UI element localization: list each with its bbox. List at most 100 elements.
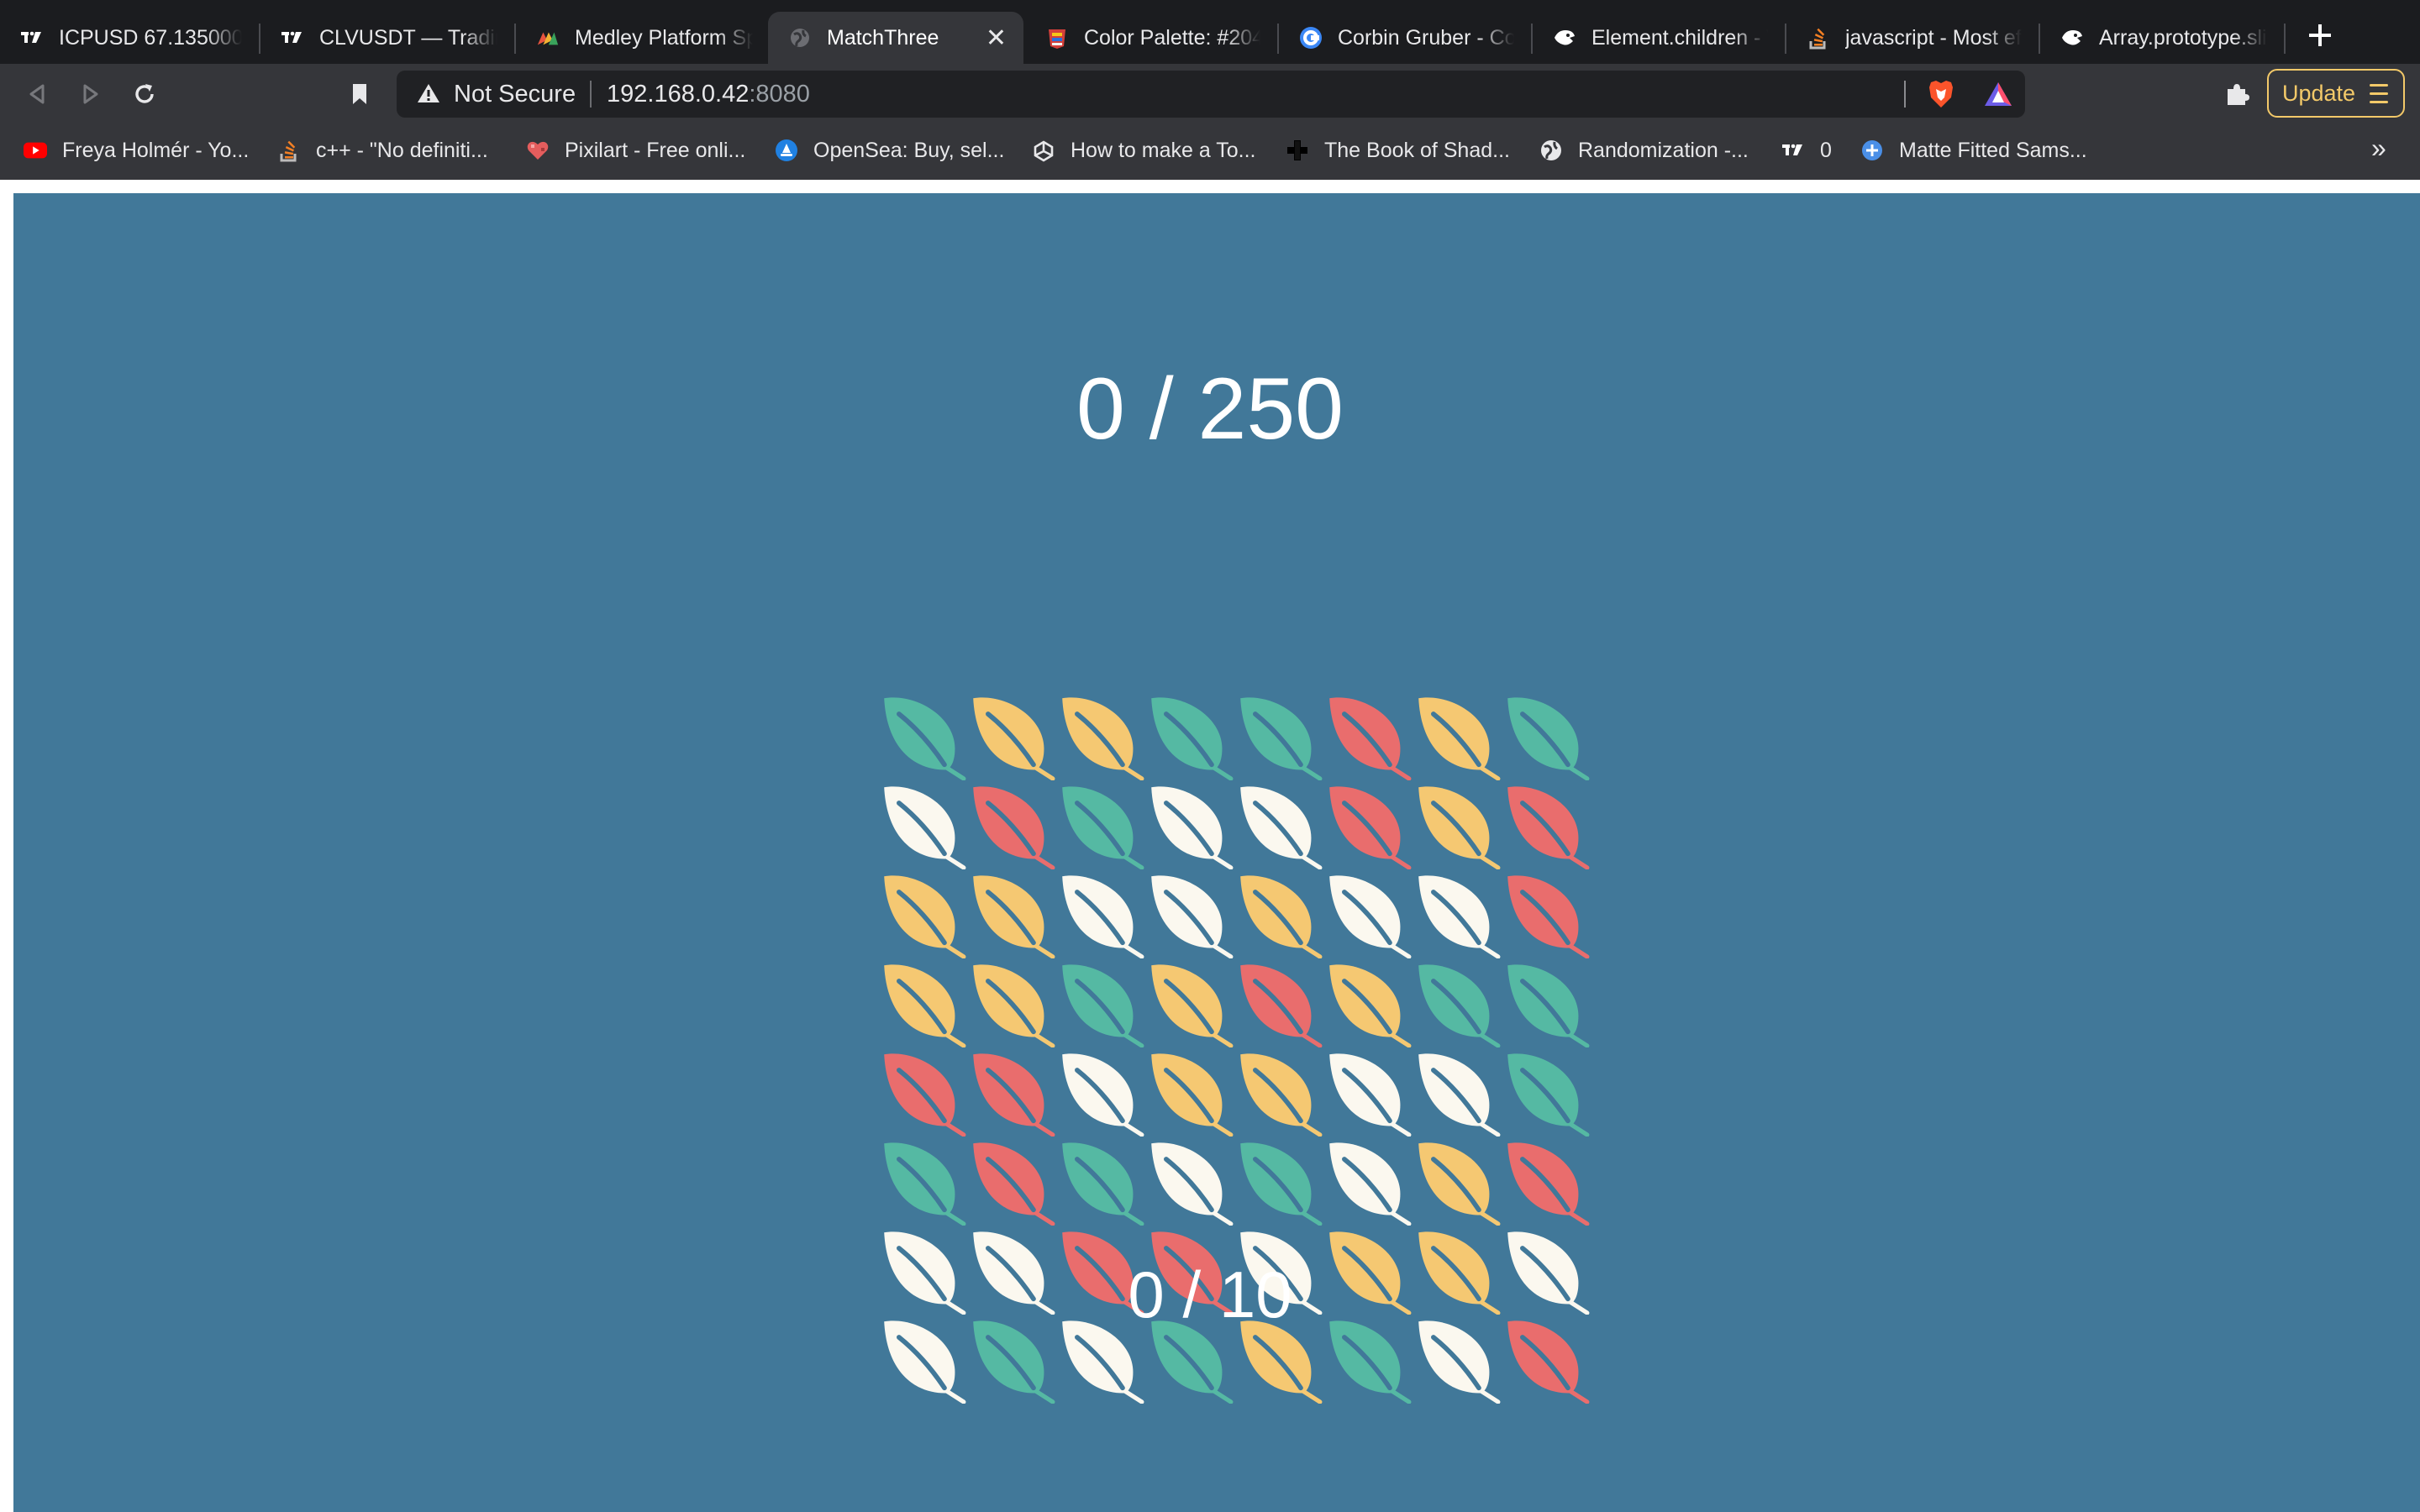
bookmark-item[interactable]: The Book of Shad...: [1286, 124, 1510, 176]
leaf-tile[interactable]: [1146, 1048, 1235, 1137]
bookmarks-overflow-button[interactable]: »: [2371, 133, 2386, 164]
leaf-icon: [1062, 1053, 1144, 1137]
leaf-tile[interactable]: [879, 959, 968, 1048]
leaf-tile[interactable]: [1235, 1137, 1324, 1226]
leaf-tile[interactable]: [1324, 870, 1413, 959]
leaf-tile[interactable]: [1502, 692, 1591, 781]
leaf-tile[interactable]: [879, 1137, 968, 1226]
puzzle-icon: [2228, 84, 2249, 105]
back-button[interactable]: [17, 74, 57, 114]
bookmark-item[interactable]: 0: [1781, 124, 1832, 176]
leaf-tile[interactable]: [1146, 1137, 1235, 1226]
close-icon[interactable]: ✕: [986, 24, 1007, 53]
leaf-tile[interactable]: [1413, 1137, 1502, 1226]
brave-rewards-icon[interactable]: [1981, 77, 2015, 111]
leaf-tile[interactable]: [1057, 959, 1146, 1048]
tab-title: Color Palette: #2040: [1084, 25, 1260, 50]
leaf-tile[interactable]: [1235, 692, 1324, 781]
leaf-icon: [1240, 964, 1323, 1047]
leaf-tile[interactable]: [1502, 959, 1591, 1048]
leaf-tile[interactable]: [1057, 870, 1146, 959]
leaf-tile[interactable]: [1413, 1048, 1502, 1137]
leaf-tile[interactable]: [968, 1137, 1057, 1226]
leaf-tile[interactable]: [1235, 1048, 1324, 1137]
leaf-tile[interactable]: [1057, 781, 1146, 870]
tab-matchthree[interactable]: MatchThree ✕: [768, 12, 1023, 64]
leaf-tile[interactable]: [1146, 870, 1235, 959]
leaf-tile[interactable]: [1502, 781, 1591, 870]
leaf-icon: [1151, 697, 1234, 780]
leaf-tile[interactable]: [1057, 1048, 1146, 1137]
bookmark-item[interactable]: Pixilart - Free onli...: [526, 124, 745, 176]
reload-button[interactable]: [124, 74, 165, 114]
match-three-game: 0 / 250 0 / 10: [13, 193, 2420, 1512]
url-text[interactable]: 192.168.0.42:8080: [607, 71, 810, 118]
leaf-tile[interactable]: [968, 870, 1057, 959]
leaf-tile[interactable]: [1057, 692, 1146, 781]
tab-stackoverflow[interactable]: javascript - Most efficient: [1786, 12, 2039, 64]
tab-corbin-gruber[interactable]: Corbin Gruber - Code: [1279, 12, 1531, 64]
update-label: Update: [2282, 80, 2356, 106]
leaf-tile[interactable]: [879, 692, 968, 781]
bookmark-button[interactable]: [339, 74, 380, 114]
tab-title: Medley Platform Sprint: [575, 25, 753, 50]
leaf-tile[interactable]: [1146, 781, 1235, 870]
leaf-tile[interactable]: [1413, 870, 1502, 959]
tab-element-children[interactable]: Element.children - Web: [1533, 12, 1785, 64]
leaf-tile[interactable]: [1146, 959, 1235, 1048]
leaf-icon: [1507, 697, 1590, 780]
leaf-tile[interactable]: [1413, 781, 1502, 870]
plus-icon: [2309, 24, 2331, 46]
update-button[interactable]: Update: [2267, 69, 2405, 118]
leaf-tile[interactable]: [1324, 781, 1413, 870]
leaf-tile[interactable]: [1235, 870, 1324, 959]
leaf-icon: [1329, 875, 1412, 958]
tab-medley[interactable]: Medley Platform Sprint: [516, 12, 770, 64]
leaf-tile[interactable]: [1324, 1137, 1413, 1226]
bookmark-item[interactable]: How to make a To...: [1032, 124, 1255, 176]
bookmark-item[interactable]: Randomization -...: [1539, 124, 1749, 176]
leaf-tile[interactable]: [1413, 692, 1502, 781]
leaf-tile[interactable]: [1502, 870, 1591, 959]
warning-icon[interactable]: [417, 82, 440, 108]
tab-color-palette[interactable]: Color Palette: #2040: [1025, 12, 1277, 64]
leaf-tile[interactable]: [879, 781, 968, 870]
forward-button[interactable]: [71, 74, 111, 114]
leaf-tile[interactable]: [1057, 1137, 1146, 1226]
leaf-tile[interactable]: [1324, 692, 1413, 781]
leaf-icon: [1329, 964, 1412, 1047]
leaf-tile[interactable]: [1413, 959, 1502, 1048]
leaf-tile[interactable]: [968, 781, 1057, 870]
bookmark-item[interactable]: Matte Fitted Sams...: [1860, 124, 2087, 176]
leaf-tile[interactable]: [1146, 692, 1235, 781]
security-status[interactable]: Not Secure: [454, 71, 576, 118]
leaf-tile[interactable]: [1502, 1137, 1591, 1226]
leaf-tile[interactable]: [1324, 959, 1413, 1048]
leaf-tile[interactable]: [968, 692, 1057, 781]
leaf-tile[interactable]: [879, 870, 968, 959]
tab-clvusdt[interactable]: CLVUSDT — Trading: [260, 12, 514, 64]
leaf-icon: [1151, 786, 1234, 869]
globe-icon: [1539, 139, 1563, 162]
leaf-tile[interactable]: [968, 1048, 1057, 1137]
bookmark-item[interactable]: c++ - "No definiti...: [277, 124, 488, 176]
brave-shield-icon[interactable]: [1924, 77, 1958, 111]
leaf-tile[interactable]: [968, 959, 1057, 1048]
tab-title: javascript - Most efficient: [1845, 25, 2022, 50]
tab-array-slice[interactable]: Array.prototype.slice: [2040, 12, 2284, 64]
new-tab-button[interactable]: [2299, 15, 2341, 57]
leaf-tile[interactable]: [1235, 781, 1324, 870]
leaf-tile[interactable]: [1324, 1048, 1413, 1137]
leaf-tile[interactable]: [1502, 1048, 1591, 1137]
leaf-tile[interactable]: [879, 1048, 968, 1137]
bookmark-label: Freya Holmér - Yo...: [62, 138, 250, 162]
leaf-icon: [1062, 786, 1144, 869]
address-bar[interactable]: Not Secure 192.168.0.42:8080: [397, 71, 2025, 118]
forward-arrow-icon: [83, 84, 98, 104]
leaf-tile[interactable]: [1235, 959, 1324, 1048]
bookmark-label: Pixilart - Free onli...: [565, 138, 746, 162]
bookmark-item[interactable]: Freya Holmér - Yo...: [24, 124, 249, 176]
extensions-button[interactable]: [2217, 74, 2257, 114]
tab-icpusd[interactable]: ICPUSD 67.1350000: [0, 12, 259, 64]
bookmark-item[interactable]: OpenSea: Buy, sel...: [775, 124, 1004, 176]
